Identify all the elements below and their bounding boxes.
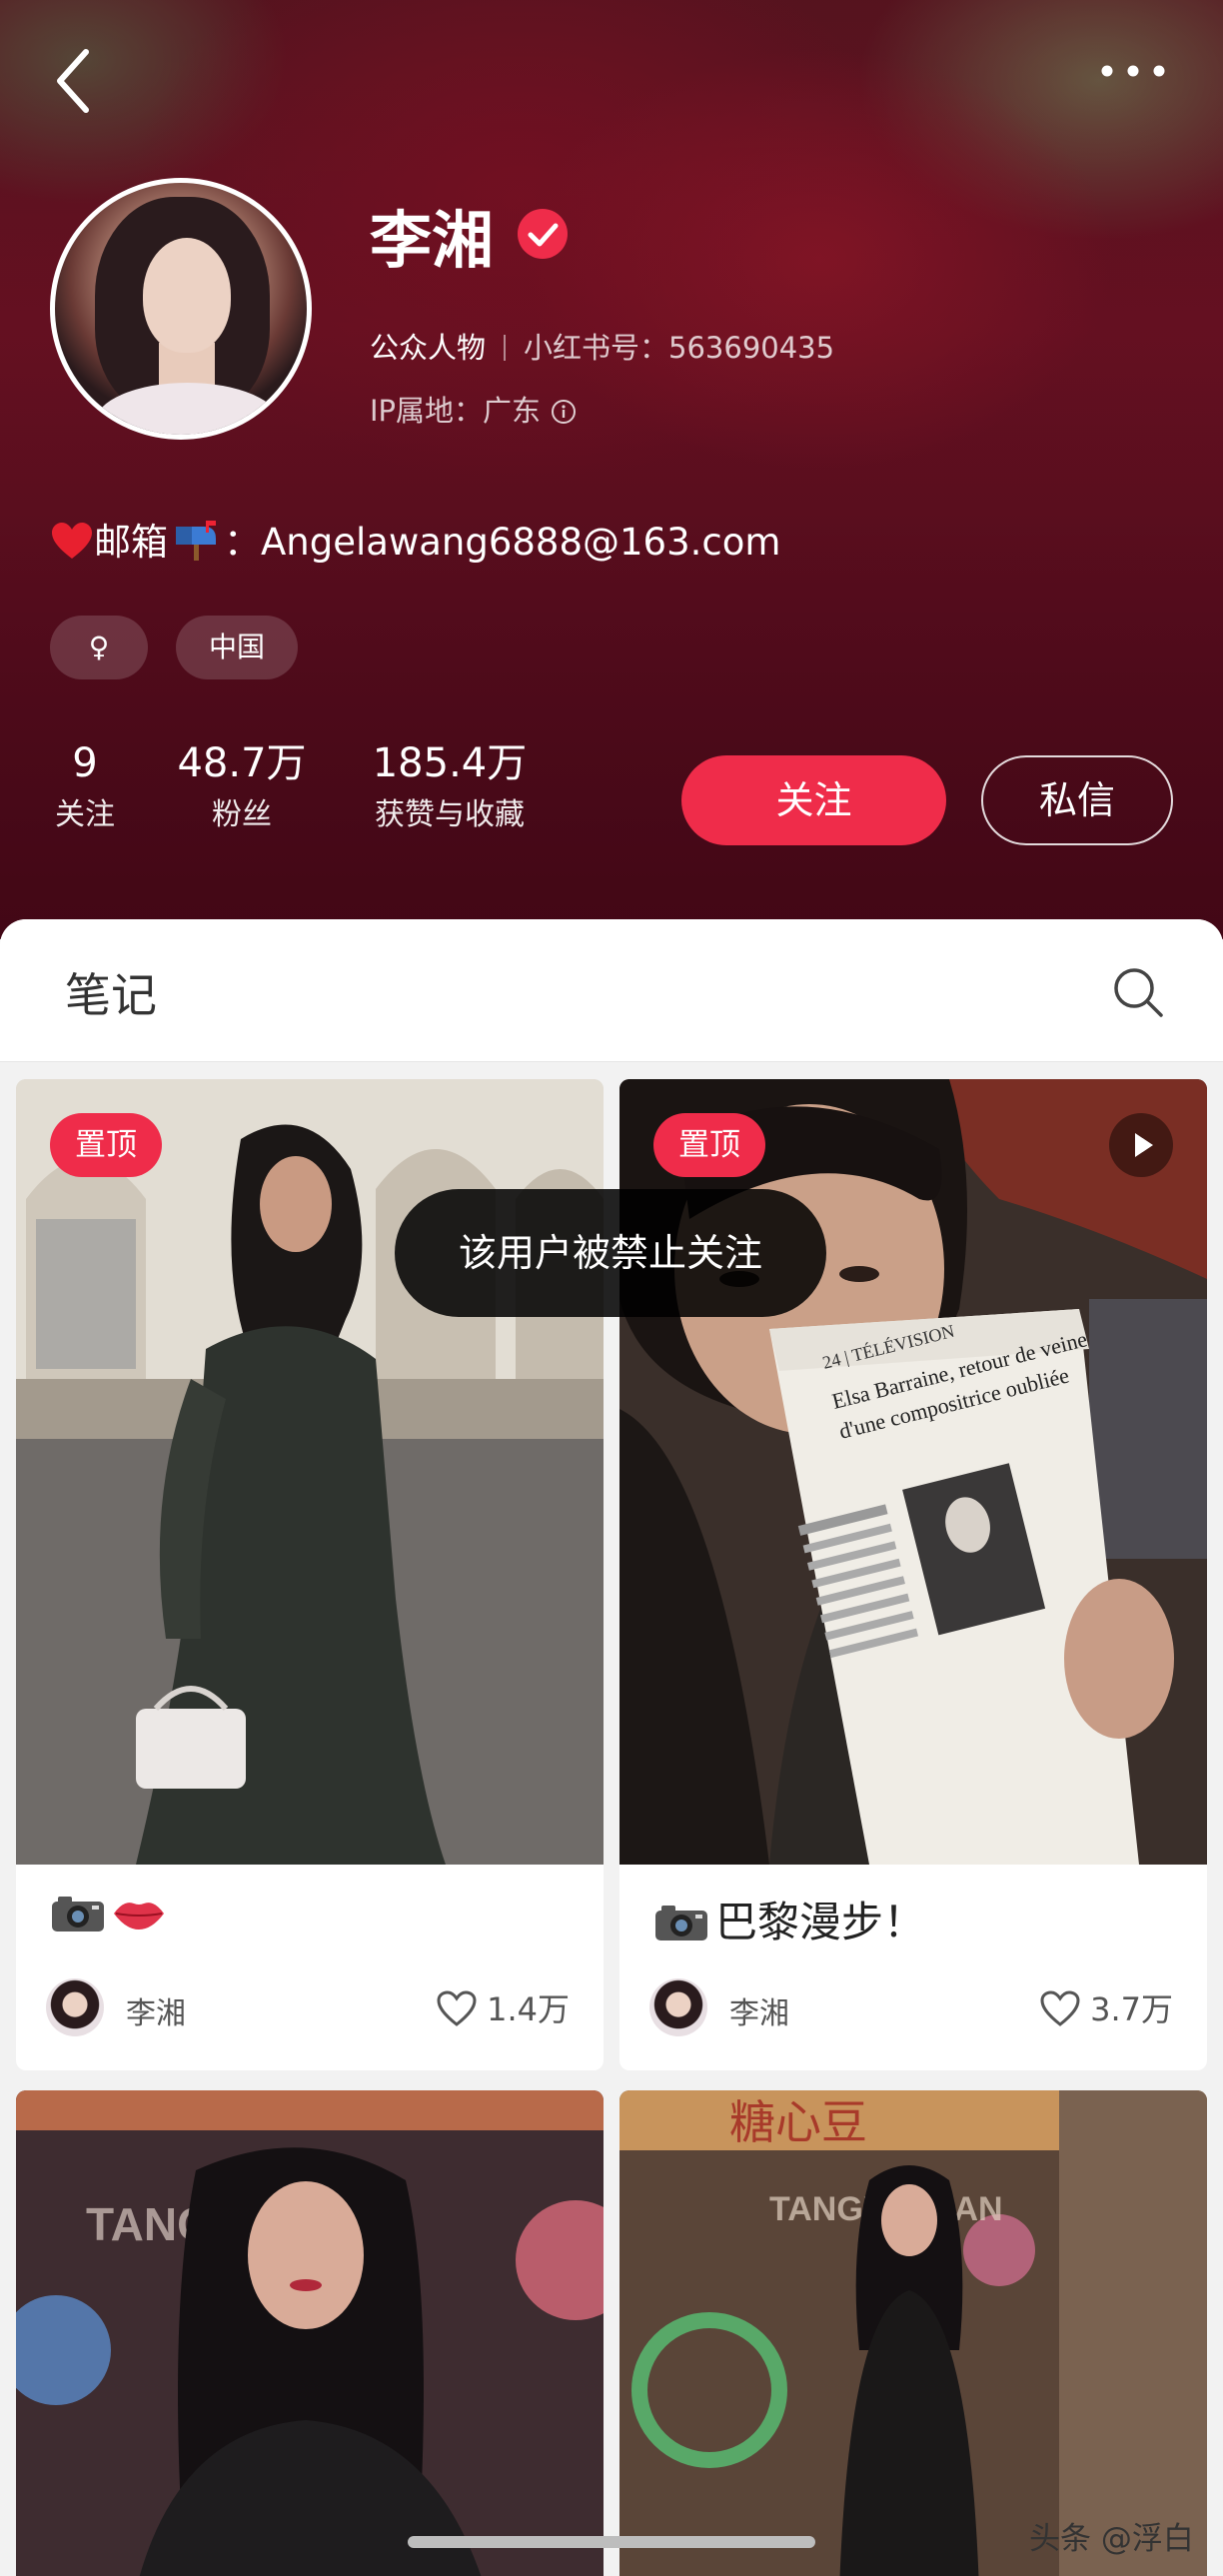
- like-count-value: 1.4万: [487, 1990, 570, 2028]
- ip-value: 广东: [483, 394, 542, 428]
- like-count[interactable]: 3.7万: [1038, 1984, 1173, 2030]
- heart-icon[interactable]: [1038, 1988, 1082, 2028]
- sign-text-cn: 糖心豆: [729, 2095, 867, 2149]
- note-cover-image: TANGXIN DAN: [16, 2090, 604, 2576]
- follow-button[interactable]: 关注: [681, 755, 946, 845]
- like-count[interactable]: 1.4万: [435, 1984, 570, 2030]
- message-button[interactable]: 私信: [981, 755, 1173, 845]
- stat-label: 关注: [55, 797, 115, 832]
- verified-icon: [518, 209, 568, 259]
- stat-label: 粉丝: [212, 797, 272, 832]
- note-title: [50, 1889, 166, 1937]
- home-indicator[interactable]: [408, 2536, 815, 2548]
- note-card[interactable]: 糖心豆 TANGXIN DAN: [619, 2090, 1207, 2576]
- camera-icon: [655, 1906, 707, 1940]
- location-tag: 中国: [176, 616, 298, 679]
- content-panel: 笔记 置顶 李湘 1.4万 24 | TÉLÉVISION Elsa Barra…: [0, 919, 1223, 2576]
- profile-id[interactable]: 563690435: [668, 331, 834, 365]
- stat-label: 获赞与收藏: [375, 797, 525, 832]
- stat-likes[interactable]: 185.4万 获赞与收藏: [352, 739, 548, 835]
- profile-id-label: 小红书号：: [524, 331, 669, 365]
- camera-icon: [52, 1897, 104, 1932]
- mailbox-icon: [176, 521, 216, 561]
- like-count-value: 3.7万: [1090, 1990, 1173, 2028]
- divider: [504, 335, 507, 361]
- profile-header: 李湘 公众人物 小红书号：563690435 IP属地：广东 邮箱 ：Angelaw…: [0, 0, 1223, 939]
- ip-label: IP属地：: [370, 394, 484, 428]
- profile-meta: 公众人物 小红书号：563690435: [370, 325, 834, 367]
- lips-icon: [114, 1903, 164, 1930]
- gender-tag: ♀: [50, 616, 148, 679]
- pinned-badge: 置顶: [50, 1113, 162, 1177]
- author-name[interactable]: 李湘: [729, 1988, 789, 2032]
- note-title: 巴黎漫步！: [653, 1889, 925, 1949]
- profile-name: 李湘: [370, 204, 495, 277]
- watermark: 头条 @浮白: [1029, 2521, 1194, 2557]
- profile-category: 公众人物: [370, 331, 487, 365]
- note-card[interactable]: TANGXIN DAN: [16, 2090, 604, 2576]
- author-avatar[interactable]: [649, 1978, 707, 2036]
- more-icon[interactable]: [1099, 58, 1167, 84]
- stat-value: 48.7万: [177, 740, 307, 786]
- ip-location: IP属地：广东: [370, 388, 577, 430]
- stat-value: 9: [72, 740, 98, 786]
- tab-notes[interactable]: 笔记: [65, 959, 157, 1025]
- info-icon[interactable]: [551, 399, 577, 425]
- stat-value: 185.4万: [372, 740, 528, 786]
- author-name[interactable]: 李湘: [126, 1988, 186, 2032]
- bio-email: ：Angelawang6888@163.com: [224, 521, 781, 564]
- back-icon[interactable]: [52, 46, 96, 116]
- avatar-face: [143, 238, 231, 353]
- author-avatar[interactable]: [46, 1978, 104, 2036]
- toast-message: 该用户被禁止关注: [395, 1189, 826, 1317]
- note-cover-image: 糖心豆 TANGXIN DAN: [619, 2090, 1207, 2576]
- stat-following[interactable]: 9 关注: [30, 739, 140, 835]
- avatar[interactable]: [50, 178, 312, 440]
- tab-bar: 笔记: [0, 919, 1223, 1062]
- note-title-text: 巴黎漫步！: [715, 1898, 926, 1946]
- search-icon[interactable]: [1111, 965, 1165, 1019]
- heart-emoji-icon: [52, 523, 92, 559]
- pinned-badge: 置顶: [653, 1113, 765, 1177]
- play-icon: [1109, 1113, 1173, 1177]
- bio-label: 邮箱: [94, 521, 168, 564]
- profile-bio: 邮箱 ：Angelawang6888@163.com: [50, 512, 780, 566]
- stat-followers[interactable]: 48.7万 粉丝: [162, 739, 322, 835]
- heart-icon[interactable]: [435, 1988, 479, 2028]
